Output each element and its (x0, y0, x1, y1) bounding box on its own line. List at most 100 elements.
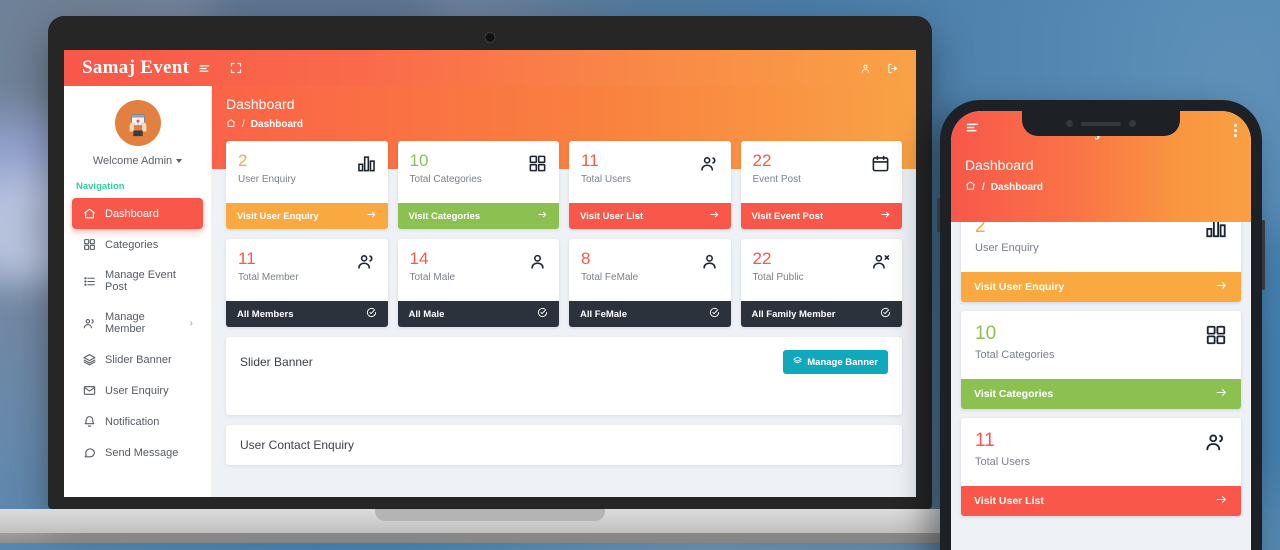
message-icon (82, 446, 96, 459)
stat-action-label: Visit Categories (408, 210, 481, 222)
laptop-foot (0, 533, 1015, 543)
breadcrumb: / Dashboard (226, 118, 898, 131)
stat-card-body: 2 User Enquiry (226, 141, 388, 203)
phone-page-title: Dashboard (965, 157, 1034, 173)
nav-heading: Navigation (76, 181, 125, 192)
laptop-screen: Samaj Event Welcome Admin Navigation Das… (64, 50, 916, 497)
arrow-right-icon (537, 209, 548, 223)
phone-stat-body: 10 Total Categories (961, 311, 1241, 379)
fullscreen-expand-icon[interactable] (230, 62, 242, 74)
phone-stat-action[interactable]: Visit Categories (961, 379, 1241, 409)
phone-stat-action[interactable]: Visit User List (961, 486, 1241, 516)
layers-icon (793, 356, 802, 368)
laptop-mockup: Samaj Event Welcome Admin Navigation Das… (0, 16, 1015, 543)
hamburger-icon[interactable] (198, 62, 211, 75)
arrow-right-icon (880, 209, 891, 223)
stat-action-label: Visit User Enquiry (974, 281, 1065, 293)
users-icon (357, 250, 376, 271)
more-vertical-icon[interactable] (1234, 123, 1237, 137)
phone-sensor-icon (1066, 120, 1073, 127)
calendar-icon (871, 152, 890, 173)
sidebar-item-manage-member[interactable]: Manage Member › (72, 302, 203, 344)
app-brand: Samaj Event (64, 57, 224, 79)
users-icon (1205, 431, 1227, 458)
manage-banner-label: Manage Banner (807, 356, 878, 368)
stat-card: 22 Event Post Visit Event Post (740, 141, 903, 229)
stat-card: 10 Total Categories Visit Categories (397, 141, 560, 229)
sidebar-item-send-message[interactable]: Send Message (72, 437, 203, 468)
breadcrumb-current: Dashboard (990, 181, 1044, 193)
brand-label: Samaj Event (82, 57, 190, 78)
stat-value: 10 (975, 323, 997, 344)
chevron-right-icon: › (189, 317, 193, 329)
arrow-right-icon (1215, 493, 1228, 509)
home-icon[interactable] (965, 180, 976, 194)
sidebar-item-manage-event-post[interactable]: Manage Event Post (72, 260, 203, 302)
stat-label: Total Categories (409, 173, 482, 185)
stat-label: Total Male (409, 271, 456, 283)
stat-value: 11 (581, 151, 599, 170)
stat-card-body: 10 Total Categories (398, 141, 560, 203)
stat-card-action[interactable]: Visit Event Post (740, 203, 902, 229)
arrow-right-icon (709, 209, 720, 223)
stat-action-label: Visit Categories (974, 388, 1054, 400)
manage-banner-button[interactable]: Manage Banner (783, 350, 888, 374)
stat-card-action[interactable]: All Members (226, 301, 388, 327)
bar-chart-icon (357, 152, 376, 173)
stat-card: 11 Total Users Visit User List (569, 141, 731, 229)
sidebar-item-dashboard[interactable]: Dashboard (72, 198, 203, 229)
check-circle-icon (366, 307, 377, 321)
home-icon[interactable] (226, 118, 236, 131)
phone-stat-card: 10 Total Categories Visit Categories (961, 311, 1241, 409)
logout-icon[interactable] (887, 63, 898, 74)
sidebar-item-slider-banner[interactable]: Slider Banner (72, 344, 203, 375)
stat-card-row: 11 Total Member All Members 14 Total Male All… (226, 239, 902, 327)
sidebar-item-label: Slider Banner (105, 353, 172, 366)
stat-cards-area: 2 User Enquiry Visit User Enquiry 10 Total C… (212, 141, 916, 327)
stat-card-action[interactable]: Visit User Enquiry (226, 203, 388, 229)
stat-card-action[interactable]: All Family Member (740, 301, 902, 327)
avatar (114, 100, 161, 146)
sidebar-item-user-enquiry[interactable]: User Enquiry (72, 375, 203, 406)
phone-stat-action[interactable]: Visit User Enquiry (961, 272, 1241, 302)
laptop-webcam-icon (484, 32, 496, 43)
welcome-admin-dropdown[interactable]: Welcome Admin (92, 155, 183, 167)
user-icon (528, 250, 547, 271)
phone-hamburger-icon[interactable] (965, 120, 980, 140)
stat-label: Total Member (238, 271, 299, 283)
user-icon (700, 250, 719, 271)
user-icon[interactable] (860, 63, 871, 74)
stat-card-action[interactable]: Visit Categories (397, 203, 559, 229)
user-contact-enquiry-panel: User Contact Enquiry (226, 425, 902, 465)
sidebar-item-notification[interactable]: Notification (72, 406, 203, 437)
stat-value: 2 (238, 151, 248, 170)
user-x-icon (871, 250, 890, 271)
stat-card: 14 Total Male All Male (397, 239, 559, 327)
phone-notch (1022, 111, 1180, 136)
phone-stat-body: 11 Total Users (961, 418, 1241, 486)
home-icon (82, 207, 96, 220)
stat-card-action[interactable]: Visit User List (569, 203, 731, 229)
arrow-right-icon (1215, 386, 1228, 402)
sidebar-item-categories[interactable]: Categories (72, 229, 203, 260)
stat-action-label: All Members (237, 308, 294, 320)
arrow-right-icon (366, 209, 377, 223)
welcome-label: Welcome Admin (92, 155, 173, 167)
mail-icon (82, 384, 96, 397)
sidebar-item-label: Notification (105, 415, 160, 428)
stat-value: 10 (409, 151, 429, 170)
stat-card-body: 22 Event Post (741, 141, 903, 203)
stat-value: 22 (752, 249, 772, 268)
grid-icon (82, 238, 96, 251)
panel-title: User Contact Enquiry (240, 438, 355, 452)
sidebar-item-label: Dashboard (105, 207, 159, 220)
stat-card-action[interactable]: All FeMale (569, 301, 731, 327)
stat-card-action[interactable]: All Male (397, 301, 559, 327)
laptop-base (0, 509, 990, 533)
breadcrumb-separator: / (982, 181, 985, 193)
stat-label: Total Public (752, 271, 804, 283)
phone-screen: Samaj Event Dashboard / Dashboard 2User … (951, 111, 1251, 550)
bell-icon (82, 415, 96, 428)
stat-label: Total Users (581, 173, 632, 185)
stat-label: User Enquiry (238, 173, 296, 185)
